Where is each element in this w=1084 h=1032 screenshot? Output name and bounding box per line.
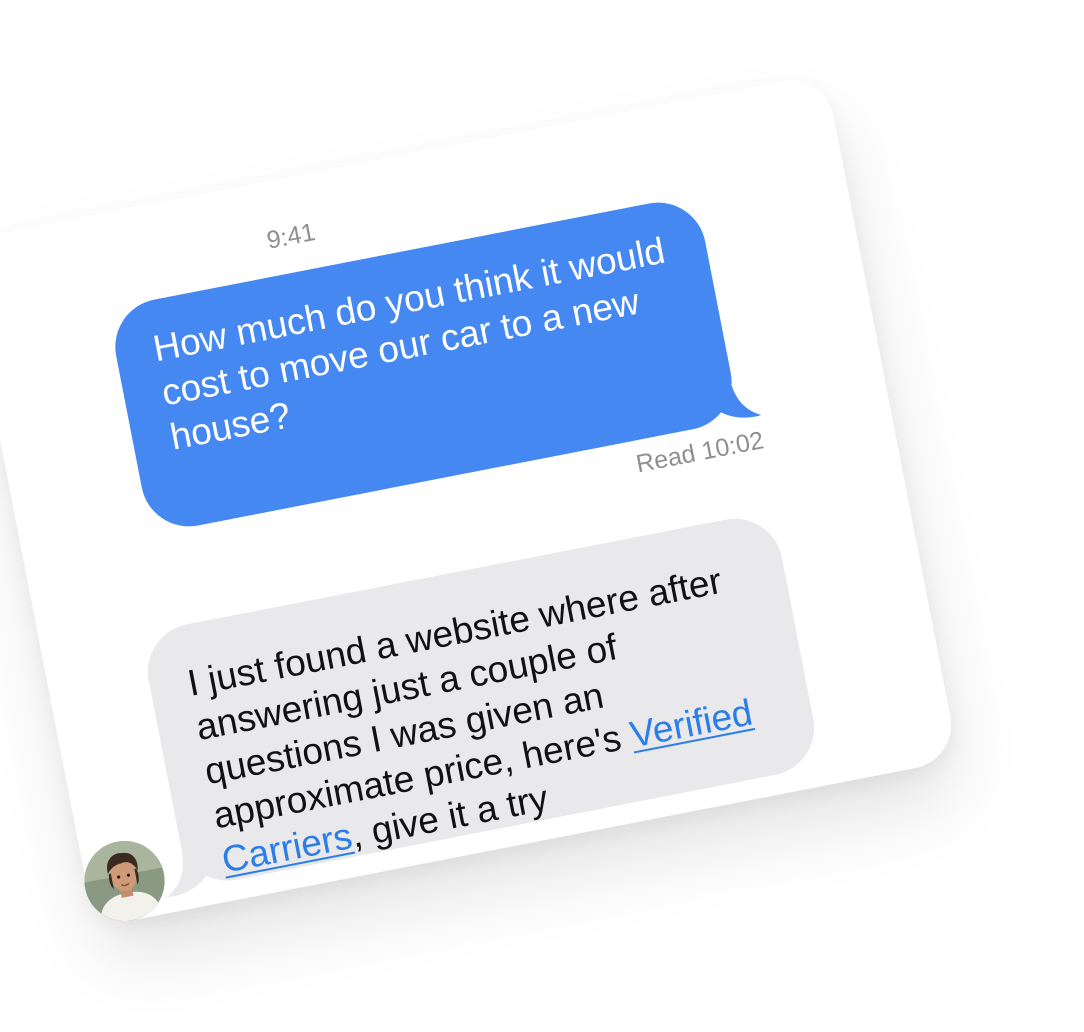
incoming-message-bubble[interactable]: I just found a website where after answe… [139, 510, 823, 889]
message-timestamp: 9:41 [264, 218, 318, 255]
contact-avatar[interactable] [77, 834, 172, 928]
outgoing-message-bubble[interactable]: How much do you think it would cost to m… [107, 194, 740, 535]
stage: 9:41 How much do you think it would cost… [0, 0, 1084, 1032]
outgoing-bubble-tail [707, 376, 762, 418]
contact-photo-icon [77, 834, 172, 928]
incoming-bubble-tail [166, 845, 209, 898]
message-card: 9:41 How much do you think it would cost… [0, 72, 959, 928]
outgoing-message-text: How much do you think it would cost to m… [149, 229, 669, 458]
